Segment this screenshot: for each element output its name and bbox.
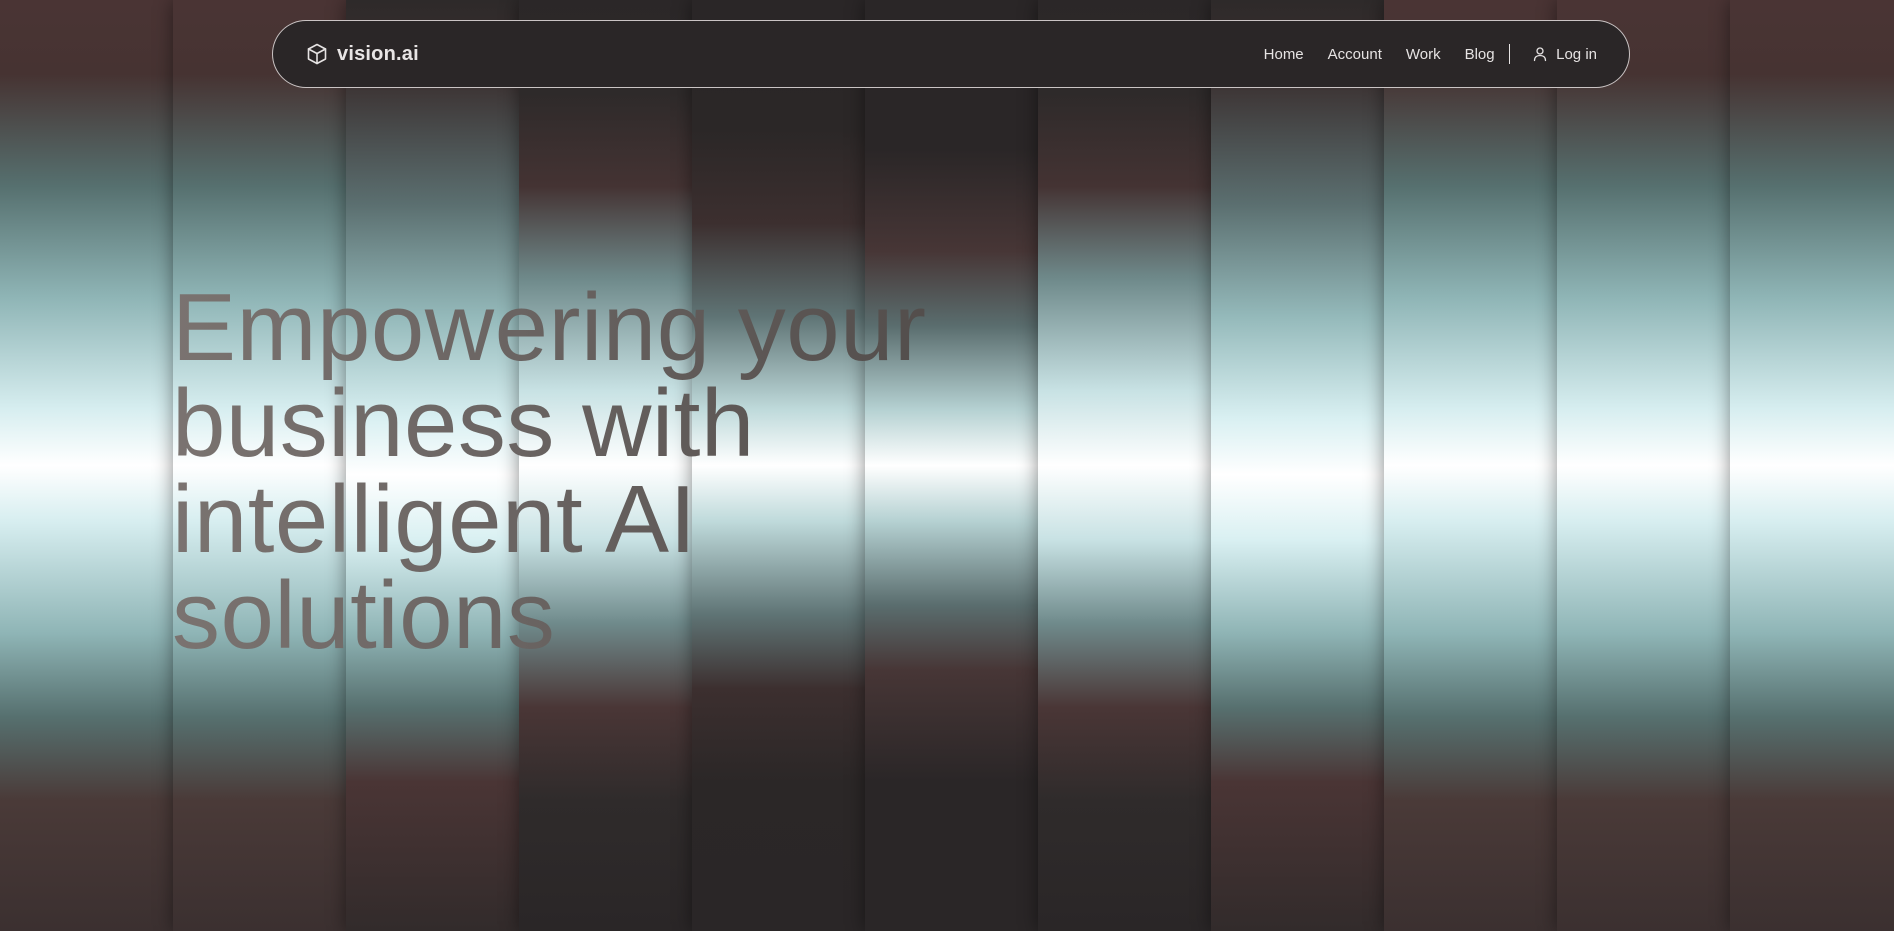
login-label: Log in <box>1556 45 1597 63</box>
hero-headline: Empowering your business with intelligen… <box>172 280 1032 664</box>
user-icon <box>1532 46 1548 62</box>
background-stripe <box>1038 0 1211 931</box>
nav-blog-link[interactable]: Blog <box>1465 46 1495 63</box>
background-stripe <box>1384 0 1557 931</box>
background-stripe <box>1557 0 1730 931</box>
brand-name: vision.ai <box>337 42 419 65</box>
nav-work-link[interactable]: Work <box>1406 46 1441 63</box>
nav-home-link[interactable]: Home <box>1264 46 1304 63</box>
background-stripe <box>1730 0 1894 931</box>
background-stripe <box>1211 0 1384 931</box>
cube-icon <box>305 42 329 66</box>
background-stripe <box>0 0 173 931</box>
login-button[interactable]: Log in <box>1532 46 1597 63</box>
main-nav: Home Account Work Blog Log in <box>1264 44 1597 64</box>
nav-account-link[interactable]: Account <box>1328 46 1382 63</box>
top-navbar: vision.ai Home Account Work Blog Log in <box>272 20 1630 88</box>
page: vision.ai Home Account Work Blog Log in … <box>0 0 1894 931</box>
nav-divider <box>1508 44 1511 64</box>
brand-logo-link[interactable]: vision.ai <box>305 42 419 66</box>
